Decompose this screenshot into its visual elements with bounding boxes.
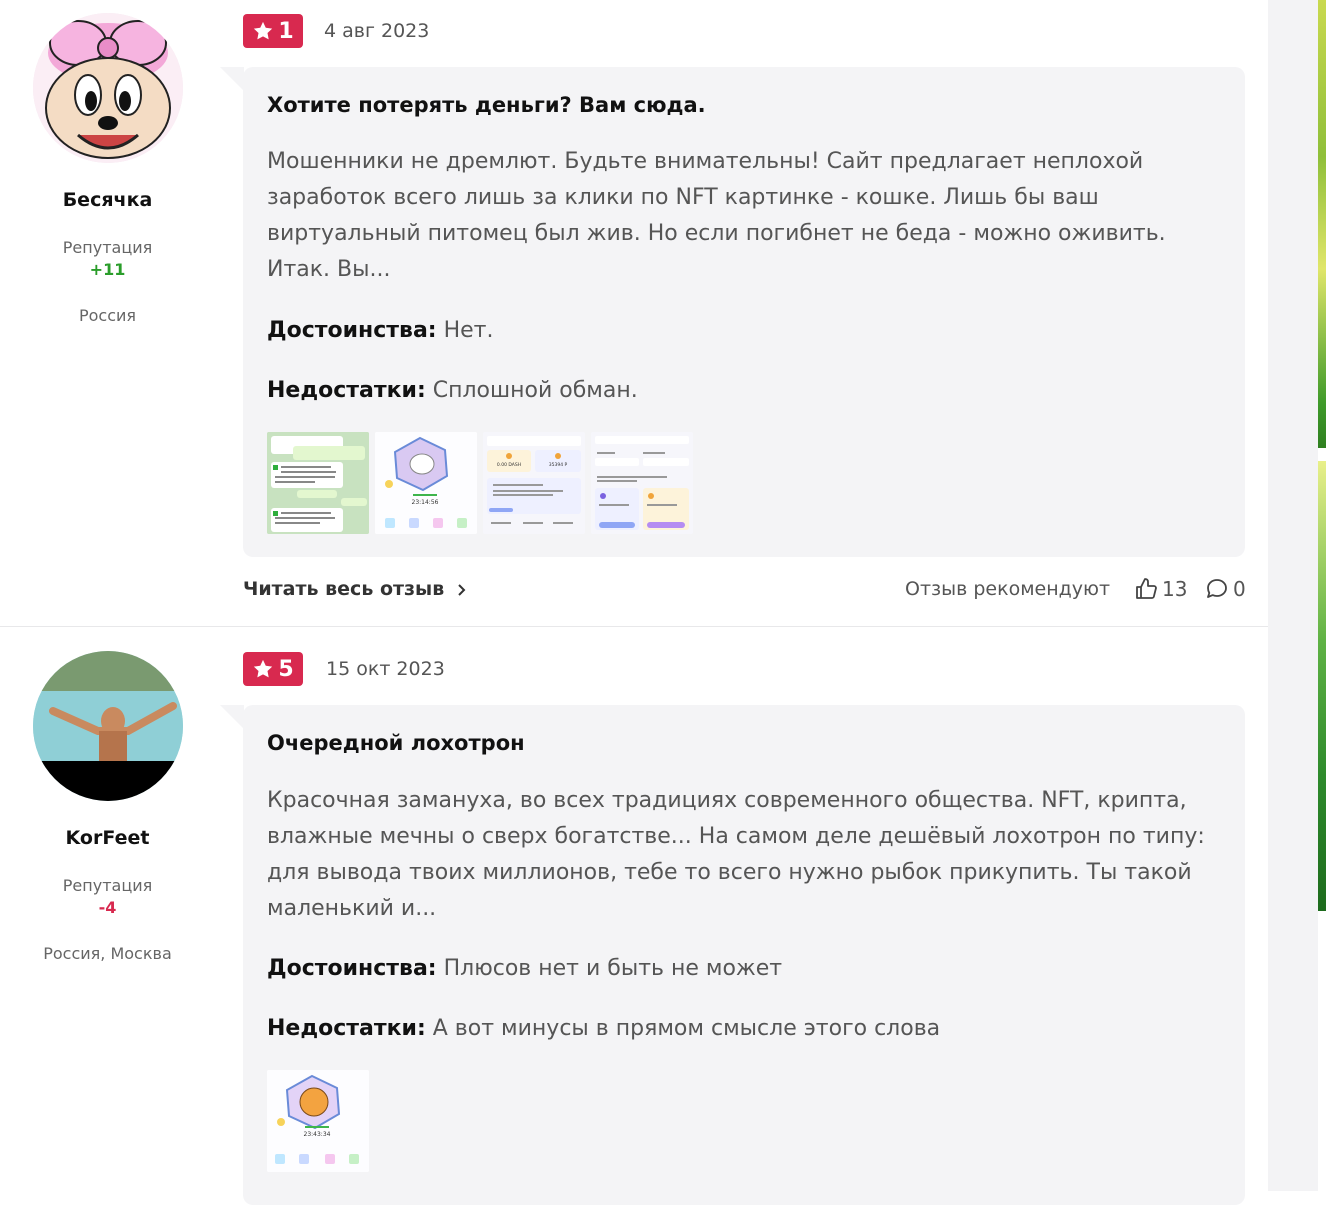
read-full-review-link[interactable]: Читать весь отзыв xyxy=(243,578,467,600)
card-tail xyxy=(220,705,244,729)
pros-text: Нет. xyxy=(443,318,494,343)
cons: Недостатки: А вот минусы в прямом смысле… xyxy=(267,1016,940,1041)
card-tail xyxy=(220,67,244,91)
recommend-label: Отзыв рекомендуют xyxy=(905,578,1111,600)
thumb-amount-right: 35394 P xyxy=(549,462,568,468)
pros: Достоинства: Плюсов нет и быть не может xyxy=(267,956,782,981)
rating-badge: 5 xyxy=(243,652,303,686)
review-photo[interactable]: 23:43:34 xyxy=(267,1070,369,1172)
pros-text: Плюсов нет и быть не может xyxy=(443,956,783,981)
review-text: Красочная замануха, во всех традициях со… xyxy=(267,788,1205,921)
pros-label: Достоинства: xyxy=(267,318,437,343)
side-banner[interactable] xyxy=(1318,461,1326,911)
cons-text: А вот минусы в прямом смысле этого слова xyxy=(432,1016,941,1041)
location: Россия, Москва xyxy=(43,944,172,963)
reviews-list: Бесячка Репутация +11 Россия 1 4 авг 202… xyxy=(0,0,1268,1205)
side-banner[interactable] xyxy=(1318,0,1326,448)
review-date: 15 окт 2023 xyxy=(326,658,445,680)
comment-icon xyxy=(1207,579,1227,598)
star-icon xyxy=(254,21,273,40)
review-photo[interactable] xyxy=(591,432,693,534)
reputation-value: +11 xyxy=(89,260,126,279)
comments-button[interactable]: 0 xyxy=(1205,577,1246,601)
read-more-label: Читать весь отзыв xyxy=(243,578,445,600)
reputation-label: Репутация xyxy=(62,238,153,257)
comments-count: 0 xyxy=(1233,577,1246,601)
likes-count: 13 xyxy=(1162,577,1188,601)
username[interactable]: KorFeet xyxy=(0,827,215,849)
pros: Достоинства: Нет. xyxy=(267,318,493,343)
thumb-amount-left: 0.00 DASH xyxy=(497,462,521,468)
location: Россия xyxy=(78,306,137,325)
cons-text: Сплошной обман. xyxy=(432,378,638,403)
rating-value: 5 xyxy=(278,656,294,682)
review-text: Мошенники не дремлют. Будьте внимательны… xyxy=(267,149,1166,282)
likes-button[interactable]: 13 xyxy=(1134,577,1187,601)
avatar[interactable] xyxy=(33,13,183,163)
review-item: Бесячка Репутация +11 Россия 1 4 авг 202… xyxy=(0,0,1268,626)
username[interactable]: Бесячка xyxy=(0,189,215,211)
review-title[interactable]: Хотите потерять деньги? Вам сюда. xyxy=(267,93,706,117)
reputation-label: Репутация xyxy=(62,876,153,895)
review-photo[interactable] xyxy=(267,432,369,534)
review-item: KorFeet Репутация -4 Россия, Москва 5 15… xyxy=(0,627,1268,1205)
review-card: Очередной лохотрон Красочная замануха, в… xyxy=(243,705,1245,1205)
thumb-timer: 23:14:56 xyxy=(412,499,439,506)
review-date: 4 авг 2023 xyxy=(324,20,430,42)
thumb-timer: 23:43:34 xyxy=(304,1131,331,1138)
cons-label: Недостатки: xyxy=(267,378,426,403)
right-gutter xyxy=(1268,0,1318,1191)
thumbs-up-icon xyxy=(1136,578,1157,599)
pros-label: Достоинства: xyxy=(267,956,437,981)
avatar[interactable] xyxy=(33,651,183,801)
rating-value: 1 xyxy=(278,18,294,44)
star-icon xyxy=(254,659,273,678)
review-photo[interactable]: 0.00 DASH 35394 P xyxy=(483,432,585,534)
cons: Недостатки: Сплошной обман. xyxy=(267,378,638,403)
cons-label: Недостатки: xyxy=(267,1016,426,1041)
reputation-value: -4 xyxy=(98,898,117,917)
review-card: Хотите потерять деньги? Вам сюда. Мошенн… xyxy=(243,67,1245,557)
review-title[interactable]: Очередной лохотрон xyxy=(267,731,525,755)
chevron-right-icon xyxy=(458,583,466,596)
review-photo[interactable]: 23:14:56 xyxy=(375,432,477,534)
rating-badge: 1 xyxy=(243,14,303,48)
